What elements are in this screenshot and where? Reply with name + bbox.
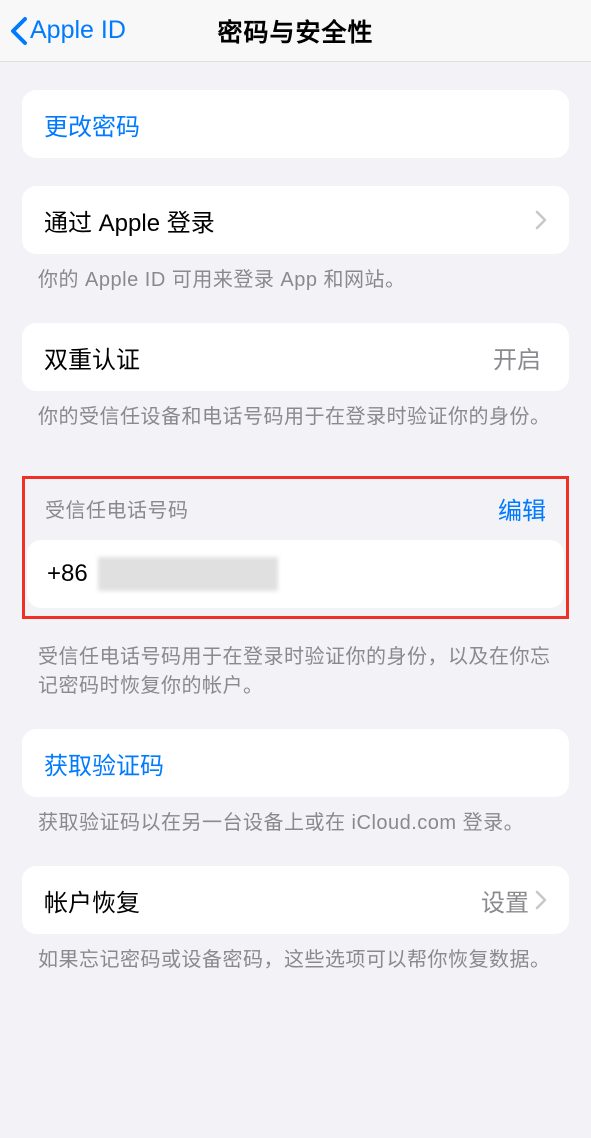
sign-in-with-apple-label: 通过 Apple 登录 bbox=[44, 203, 535, 238]
change-password-label: 更改密码 bbox=[44, 107, 547, 142]
get-code-footer: 获取验证码以在另一台设备上或在 iCloud.com 登录。 bbox=[0, 797, 591, 838]
trusted-phone-footer: 受信任电话号码用于在登录时验证你的身份，以及在你忘记密码时恢复你的帐户。 bbox=[0, 631, 591, 701]
chevron-left-icon bbox=[10, 16, 28, 46]
account-recovery-footer: 如果忘记密码或设备密码，这些选项可以帮你恢复数据。 bbox=[0, 934, 591, 975]
two-factor-label: 双重认证 bbox=[44, 340, 493, 375]
account-recovery-row[interactable]: 帐户恢复 设置 bbox=[22, 866, 569, 934]
change-password-button[interactable]: 更改密码 bbox=[22, 90, 569, 158]
get-verification-code-button[interactable]: 获取验证码 bbox=[22, 729, 569, 797]
two-factor-row[interactable]: 双重认证 开启 bbox=[22, 323, 569, 391]
trusted-phone-section: 受信任电话号码 编辑 +86 bbox=[22, 476, 569, 619]
account-recovery-label: 帐户恢复 bbox=[44, 883, 481, 918]
sign-in-with-apple-footer: 你的 Apple ID 可用来登录 App 和网站。 bbox=[0, 254, 591, 295]
sign-in-with-apple-row[interactable]: 通过 Apple 登录 bbox=[22, 186, 569, 254]
back-button[interactable]: Apple ID bbox=[0, 16, 126, 46]
back-label: Apple ID bbox=[30, 16, 126, 45]
chevron-right-icon bbox=[535, 890, 547, 910]
navbar: Apple ID 密码与安全性 bbox=[0, 0, 591, 62]
trusted-phone-row[interactable]: +86 bbox=[27, 540, 564, 608]
trusted-phone-header: 受信任电话号码 bbox=[45, 494, 498, 523]
two-factor-footer: 你的受信任设备和电话号码用于在登录时验证你的身份。 bbox=[0, 391, 591, 432]
account-recovery-detail: 设置 bbox=[481, 883, 529, 918]
phone-prefix: +86 bbox=[47, 560, 88, 588]
get-verification-code-label: 获取验证码 bbox=[44, 746, 547, 781]
chevron-right-icon bbox=[535, 210, 547, 230]
two-factor-status: 开启 bbox=[493, 340, 541, 375]
edit-trusted-phone-button[interactable]: 编辑 bbox=[498, 491, 546, 526]
phone-redacted bbox=[98, 557, 278, 591]
